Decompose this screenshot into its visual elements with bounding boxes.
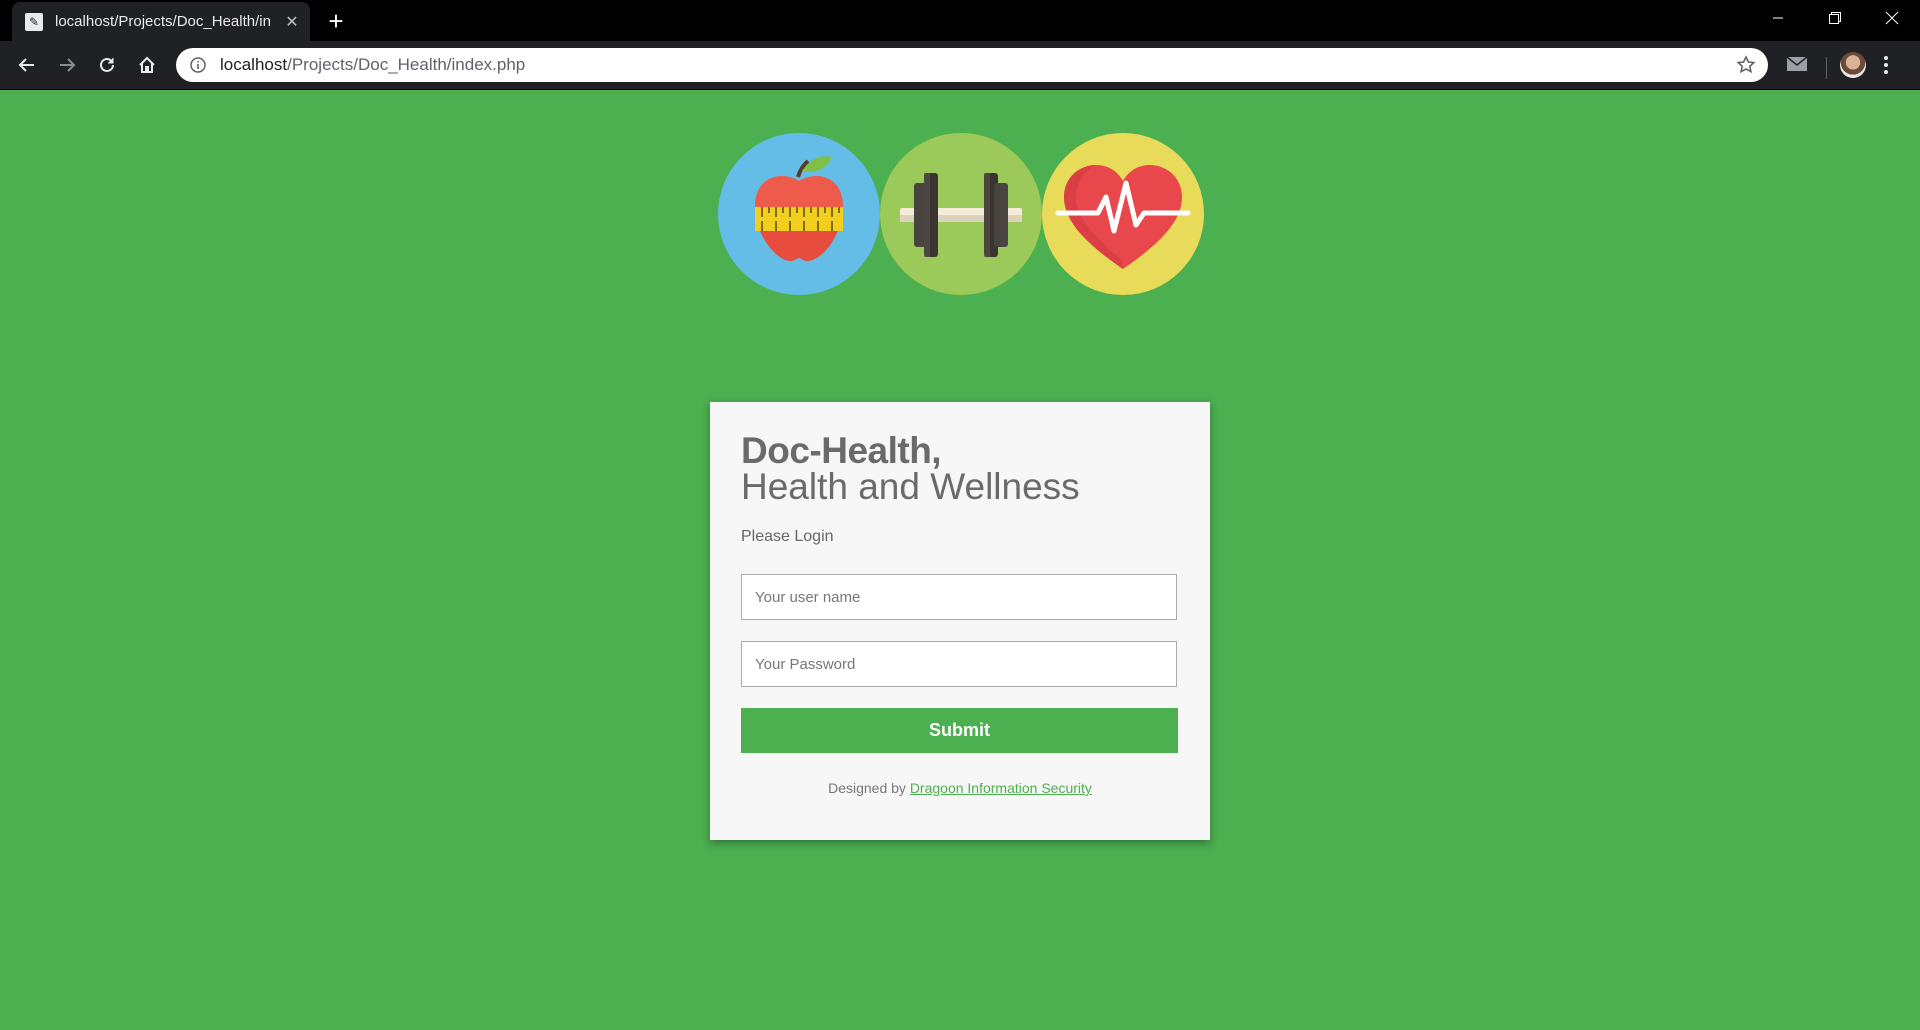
site-favicon-icon: ✎: [25, 12, 43, 31]
home-icon[interactable]: [131, 49, 163, 81]
url-host: localhost: [220, 55, 288, 74]
back-icon[interactable]: [11, 49, 43, 81]
site-info-icon[interactable]: [190, 57, 206, 73]
heart-pulse-icon: [1042, 133, 1204, 295]
username-input[interactable]: [741, 574, 1177, 620]
app-subtitle: Health and Wellness: [741, 466, 1080, 507]
password-input[interactable]: [741, 641, 1177, 687]
forward-icon[interactable]: [51, 49, 83, 81]
bookmark-star-icon[interactable]: [1736, 55, 1756, 75]
profile-avatar[interactable]: [1840, 52, 1866, 78]
tab-title: localhost/Projects/Doc_Health/in: [55, 13, 271, 30]
submit-button[interactable]: Submit: [741, 708, 1178, 753]
close-window-icon[interactable]: [1863, 0, 1920, 36]
url-path: /Projects/Doc_Health/index.php: [287, 55, 526, 74]
browser-tab[interactable]: ✎ localhost/Projects/Doc_Health/in ✕: [12, 2, 310, 41]
reload-icon[interactable]: [91, 49, 123, 81]
dumbbell-icon: [880, 133, 1042, 295]
credit-link[interactable]: Dragoon Information Security: [910, 780, 1092, 796]
browser-tab-bar: ✎ localhost/Projects/Doc_Health/in ✕ +: [0, 0, 1920, 41]
toolbar-separator: [1826, 57, 1827, 79]
tab-close-icon[interactable]: ✕: [282, 12, 302, 32]
window-controls: [1749, 0, 1920, 36]
minimize-icon[interactable]: [1749, 0, 1806, 36]
designer-credit: Designed by Dragoon Information Security: [710, 780, 1210, 796]
browser-toolbar: localhost/Projects/Doc_Health/index.php: [0, 41, 1920, 90]
address-bar[interactable]: localhost/Projects/Doc_Health/index.php: [176, 48, 1768, 82]
login-prompt: Please Login: [741, 528, 834, 545]
apple-measuring-tape-icon: [718, 133, 880, 295]
login-card: Doc-Health, Health and Wellness Please L…: [710, 402, 1210, 840]
browser-menu-icon[interactable]: [1882, 54, 1890, 81]
mail-extension-icon[interactable]: [1786, 55, 1808, 78]
restore-icon[interactable]: [1806, 0, 1863, 36]
new-tab-icon[interactable]: +: [322, 8, 350, 36]
url-text: localhost/Projects/Doc_Health/index.php: [220, 55, 525, 75]
logo-row: [718, 133, 1204, 295]
credit-prefix: Designed by: [828, 780, 906, 796]
